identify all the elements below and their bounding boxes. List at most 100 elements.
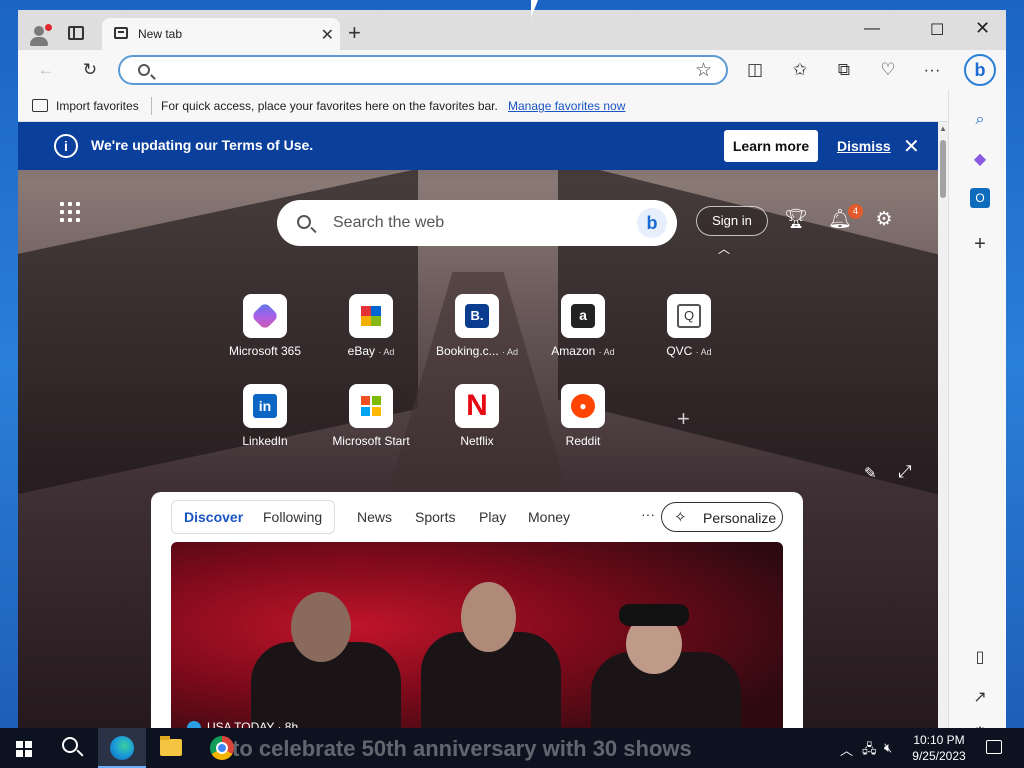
taskbar-chrome[interactable] bbox=[198, 728, 246, 768]
bing-copilot-icon[interactable]: b bbox=[964, 54, 996, 86]
new-tab-button[interactable]: + bbox=[348, 22, 361, 44]
notification-badge: 4 bbox=[848, 204, 863, 219]
web-search-box[interactable]: Search the web b bbox=[277, 200, 677, 246]
sidebar-add-icon[interactable]: + bbox=[968, 232, 992, 256]
toolbar: ← ↻ ☆ ◫ ✩ ⧉ ♡ ··· b bbox=[18, 50, 1006, 90]
ad-label: · Ad bbox=[378, 347, 395, 357]
more-tabs-button[interactable]: ··· bbox=[641, 506, 655, 522]
maximize-icon[interactable]: ☐ bbox=[930, 20, 944, 40]
quick-link-linkedin[interactable]: in LinkedIn bbox=[220, 384, 310, 464]
profile-icon[interactable] bbox=[28, 24, 52, 46]
quick-link-netflix[interactable]: N Netflix bbox=[432, 384, 522, 464]
sidebar-outlook-icon[interactable]: O bbox=[970, 188, 990, 208]
rewards-trophy-icon[interactable]: 🏆︎ bbox=[784, 208, 808, 232]
quick-link-qvc[interactable]: Q QVC · Ad bbox=[644, 294, 734, 374]
news-feed: Discover Following News Sports Play Mone… bbox=[151, 492, 803, 728]
taskbar-file-explorer[interactable] bbox=[148, 728, 196, 768]
taskbar-search-icon[interactable] bbox=[62, 737, 78, 753]
window-close-icon[interactable]: ✕ bbox=[975, 18, 990, 39]
page-scrollbar[interactable]: ▲ bbox=[938, 122, 948, 728]
quick-link-label: Netflix bbox=[460, 434, 494, 448]
personalize-button[interactable]: ✧ Personalize bbox=[661, 502, 783, 532]
clock-date: 9/25/2023 bbox=[912, 749, 966, 763]
learn-more-button[interactable]: Learn more bbox=[724, 130, 818, 162]
settings-more-icon[interactable]: ··· bbox=[920, 58, 944, 82]
personalize-star-icon: ✧ bbox=[674, 509, 687, 526]
quick-link-ebay[interactable]: eBay · Ad bbox=[326, 294, 416, 374]
quick-link-label: LinkedIn bbox=[242, 434, 288, 448]
personalize-label: Personalize bbox=[703, 510, 777, 526]
banner-close-icon[interactable]: ✕ bbox=[903, 134, 920, 159]
split-screen-icon[interactable]: ◫ bbox=[743, 58, 767, 82]
import-favorites-button[interactable]: Import favorites bbox=[56, 99, 139, 113]
tab-bar: New tab ✕ + — ☐ ✕ bbox=[18, 10, 1006, 50]
chrome-icon bbox=[210, 736, 234, 760]
hat bbox=[619, 604, 689, 626]
story-image bbox=[291, 592, 351, 662]
quick-link-label: Microsoft Start bbox=[332, 434, 410, 448]
refresh-icon[interactable]: ↻ bbox=[78, 58, 102, 82]
tab-sports[interactable]: Sports bbox=[415, 509, 455, 525]
minimize-icon[interactable]: — bbox=[864, 20, 880, 38]
info-icon: i bbox=[54, 134, 78, 158]
sidebar-search-icon[interactable]: ⌕ bbox=[968, 108, 992, 132]
edit-background-icon[interactable]: ✎ bbox=[864, 464, 877, 482]
quick-link-reddit[interactable]: ● Reddit bbox=[538, 384, 628, 464]
collapse-chevron-icon[interactable]: ︿ bbox=[718, 240, 730, 257]
favorites-bar: Import favorites For quick access, place… bbox=[18, 90, 948, 122]
sidebar-open-external-icon[interactable]: ↗ bbox=[968, 686, 992, 710]
expand-icon[interactable]: ⤢ bbox=[898, 462, 912, 482]
favorite-star-icon[interactable]: ☆ bbox=[695, 59, 712, 82]
sign-in-button[interactable]: Sign in bbox=[696, 206, 768, 236]
featured-story-card[interactable]: USA TODAY · 8h bbox=[171, 542, 783, 728]
sidebar-m365-icon[interactable]: ◆ bbox=[968, 148, 992, 172]
tab-following[interactable]: Following bbox=[263, 509, 322, 525]
quick-link-amazon[interactable]: a Amazon · Ad bbox=[538, 294, 628, 374]
banner-message: We're updating our Terms of Use. bbox=[91, 137, 314, 153]
system-clock[interactable]: 10:10 PM 9/25/2023 bbox=[906, 732, 972, 764]
collections-icon[interactable]: ⧉ bbox=[832, 58, 856, 82]
quick-link-microsoft-365[interactable]: Microsoft 365 bbox=[220, 294, 310, 374]
add-quick-link-icon[interactable]: + bbox=[677, 406, 690, 432]
app-launcher-icon[interactable] bbox=[60, 202, 80, 222]
tray-chevron-icon[interactable]: ︿ bbox=[840, 740, 853, 759]
browser-essentials-icon[interactable]: ♡ bbox=[876, 58, 900, 82]
amazon-icon: a bbox=[561, 294, 605, 338]
back-icon[interactable]: ← bbox=[34, 58, 58, 82]
tab-discover[interactable]: Discover bbox=[184, 509, 243, 525]
tab-money[interactable]: Money bbox=[528, 509, 570, 525]
quick-link-label: eBay bbox=[347, 344, 375, 358]
scroll-up-icon[interactable]: ▲ bbox=[939, 124, 947, 133]
quick-link-label: QVC bbox=[666, 344, 693, 358]
windows-taskbar: to celebrate 50th anniversary with 30 sh… bbox=[0, 728, 1024, 768]
taskbar-edge[interactable] bbox=[98, 728, 146, 768]
manage-favorites-link[interactable]: Manage favorites now bbox=[508, 99, 625, 113]
network-icon[interactable]: 🖧︎ bbox=[862, 740, 877, 762]
quick-link-microsoft-start[interactable]: Microsoft Start bbox=[326, 384, 416, 464]
import-icon[interactable] bbox=[32, 99, 48, 112]
tab-news[interactable]: News bbox=[357, 509, 392, 525]
windows-start-icon[interactable] bbox=[16, 741, 32, 757]
favorites-icon[interactable]: ✩ bbox=[788, 58, 812, 82]
tab-play[interactable]: Play bbox=[479, 509, 506, 525]
address-bar[interactable]: ☆ bbox=[118, 55, 728, 85]
quick-link-label: Reddit bbox=[565, 434, 601, 448]
microsoft-365-icon bbox=[243, 294, 287, 338]
usa-today-logo-icon bbox=[187, 720, 201, 728]
quick-link-booking[interactable]: B. Booking.c... · Ad bbox=[432, 294, 522, 374]
address-input[interactable] bbox=[166, 60, 686, 82]
search-icon bbox=[138, 64, 150, 76]
scrollbar-thumb[interactable] bbox=[940, 140, 946, 198]
page-settings-gear-icon[interactable]: ⚙ bbox=[872, 208, 896, 232]
sidebar-hide-icon[interactable]: ▯ bbox=[968, 646, 992, 670]
bing-chat-icon[interactable]: b bbox=[637, 208, 667, 238]
terms-banner: i We're updating our Terms of Use. Learn… bbox=[18, 122, 938, 170]
quick-link-label: Booking.c... bbox=[435, 344, 499, 358]
tab-new-tab[interactable]: New tab ✕ bbox=[102, 18, 340, 50]
close-tab-icon[interactable]: ✕ bbox=[321, 25, 334, 45]
dismiss-link[interactable]: Dismiss bbox=[837, 138, 891, 154]
microsoft-start-icon bbox=[349, 384, 393, 428]
tab-actions-icon[interactable] bbox=[68, 26, 84, 40]
action-center-icon[interactable] bbox=[986, 740, 1002, 754]
volume-muted-icon[interactable]: 🔇︎ bbox=[884, 740, 892, 756]
